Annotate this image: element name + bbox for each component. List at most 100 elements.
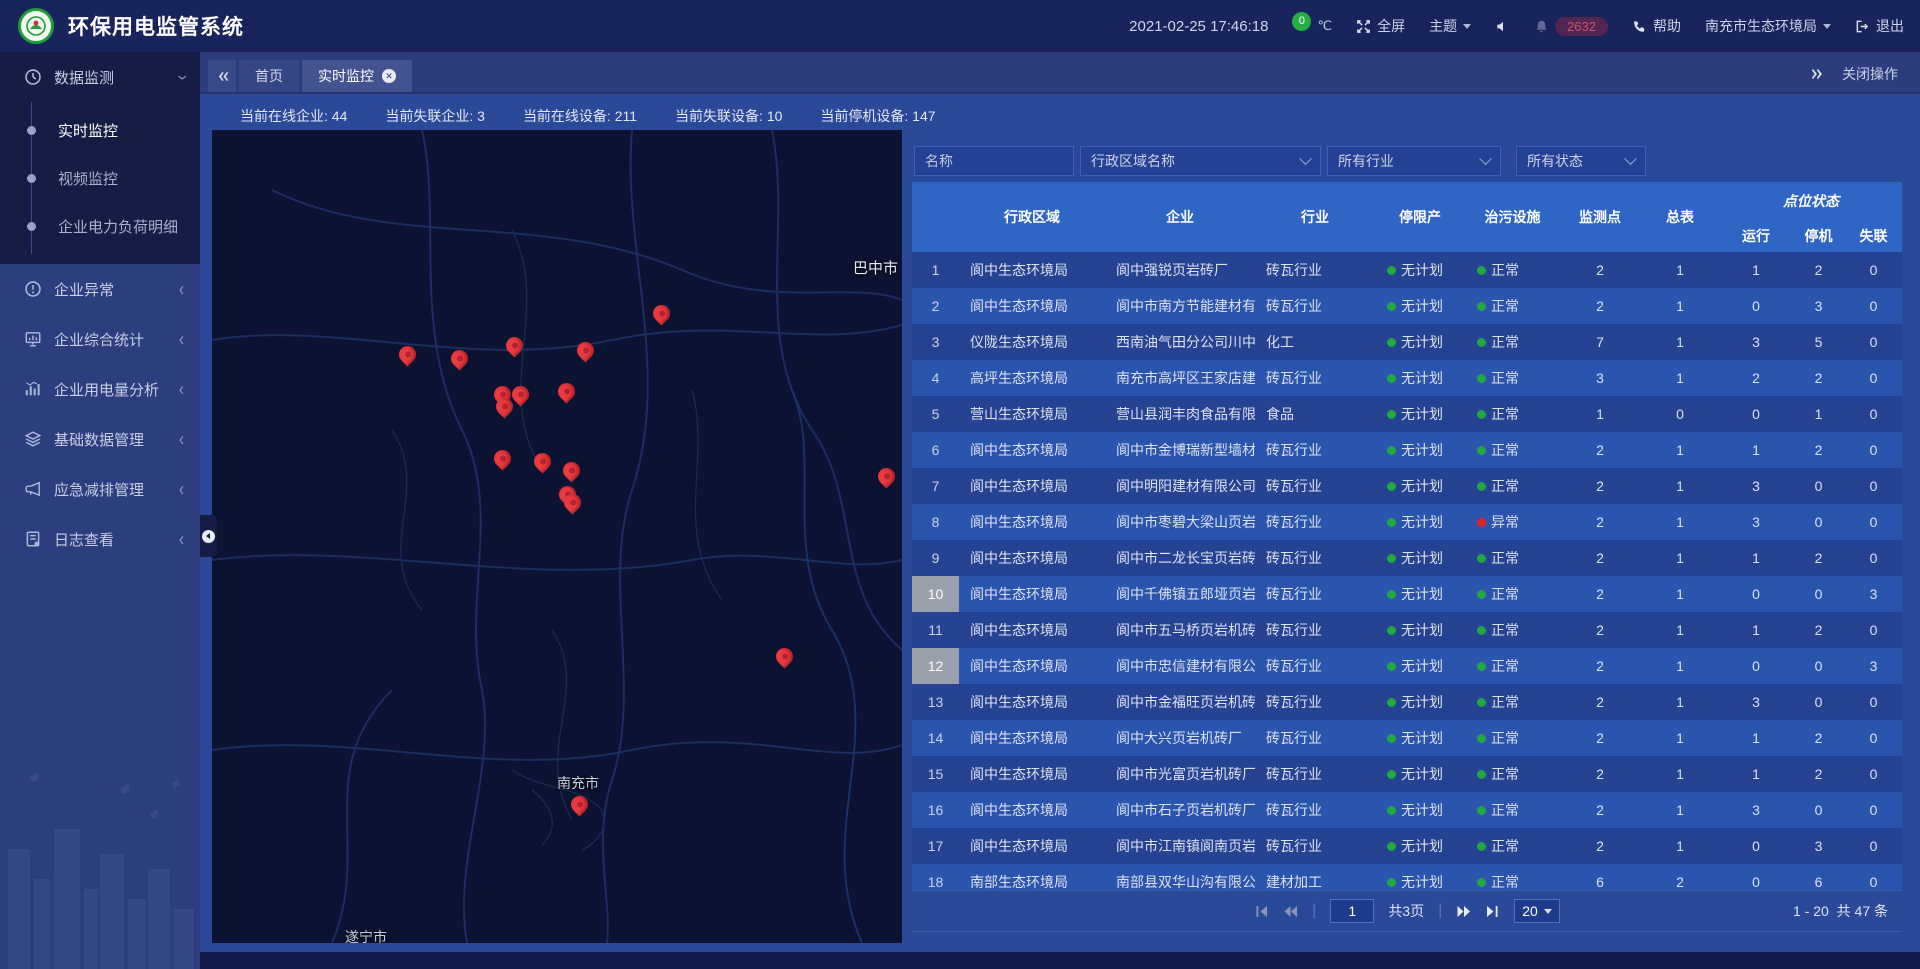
status-dot-icon: [1387, 590, 1396, 599]
table-row[interactable]: 18南部生态环境局南部县双华山沟有限公建材加工无计划正常62060: [912, 864, 1902, 890]
status-dot-icon: [1387, 410, 1396, 419]
cell-treatment-status: 正常: [1465, 684, 1560, 720]
table-row[interactable]: 10阆中生态环境局阆中千佛镇五郎垭页岩砖瓦行业无计划正常21003: [912, 576, 1902, 612]
org-dropdown[interactable]: 南充市生态环境局: [1705, 16, 1831, 36]
top-header: 环保用电监管系统 2021-02-25 17:46:18 0 ℃ 全屏 主题 2…: [0, 0, 1920, 52]
cell-points: 2: [1560, 288, 1640, 324]
exit-icon: [1855, 19, 1870, 34]
double-chevron-left-icon: [216, 70, 229, 83]
sidebar-group: 日志查看‹: [0, 514, 200, 564]
table-row[interactable]: 5营山生态环境局营山县润丰肉食品有限食品无计划正常10010: [912, 396, 1902, 432]
filter-row: 行政区域名称 所有行业 所有状态: [912, 146, 1646, 176]
table-row[interactable]: 1阆中生态环境局阆中强锐页岩砖厂砖瓦行业无计划正常21120: [912, 252, 1902, 288]
industry-filter-select[interactable]: 所有行业: [1327, 146, 1501, 176]
cell-treatment-status: 正常: [1465, 540, 1560, 576]
sidebar-subitem-企业电力负荷明细[interactable]: 企业电力负荷明细: [0, 202, 200, 250]
col-point-status-group: 点位状态: [1720, 182, 1902, 220]
col-limit: 停限产: [1375, 182, 1465, 252]
table-row[interactable]: 12阆中生态环境局阆中市忠信建材有限公砖瓦行业无计划正常21003: [912, 648, 1902, 684]
cell-stopped: 5: [1792, 324, 1845, 360]
cell-company: 阆中市金博瑞新型墙材: [1105, 432, 1255, 468]
fullscreen-button[interactable]: 全屏: [1356, 16, 1405, 36]
table-row[interactable]: 3仪陇生态环境局西南油气田分公司川中化工无计划正常71350: [912, 324, 1902, 360]
page-number-input[interactable]: [1330, 899, 1374, 923]
sidebar-item-label: 基础数据管理: [54, 429, 144, 450]
table-row[interactable]: 9阆中生态环境局阆中市二龙长宝页岩砖砖瓦行业无计划正常21120: [912, 540, 1902, 576]
sidebar-item-应急减排管理[interactable]: 应急减排管理‹: [0, 464, 200, 514]
table-row[interactable]: 13阆中生态环境局阆中市金福旺页岩机砖砖瓦行业无计划正常21300: [912, 684, 1902, 720]
tab-首页[interactable]: 首页: [239, 60, 299, 92]
help-button[interactable]: 帮助: [1632, 16, 1681, 36]
last-page-button[interactable]: [1485, 904, 1500, 919]
main-content: 当前在线企业: 44当前失联企业: 3当前在线设备: 211当前失联设备: 10…: [200, 94, 1920, 969]
table-row[interactable]: 8阆中生态环境局阆中市枣碧大梁山页岩砖瓦行业无计划异常21300: [912, 504, 1902, 540]
col-company: 企业: [1105, 182, 1255, 252]
cell-treatment-status: 正常: [1465, 432, 1560, 468]
tab-close-icon[interactable]: ✕: [382, 69, 396, 83]
status-dot-icon: [1477, 734, 1486, 743]
cell-industry: 砖瓦行业: [1255, 828, 1375, 864]
cell-running: 0: [1720, 828, 1792, 864]
sidebar-collapse-toggle[interactable]: [200, 515, 217, 557]
status-dot-icon: [1387, 770, 1396, 779]
sidebar-item-企业用电量分析[interactable]: 企业用电量分析‹: [0, 364, 200, 414]
table-row[interactable]: 15阆中生态环境局阆中市光富页岩机砖厂砖瓦行业无计划正常21120: [912, 756, 1902, 792]
cell-treatment-status: 异常: [1465, 504, 1560, 540]
sidebar-item-企业综合统计[interactable]: 企业综合统计‹: [0, 314, 200, 364]
table-row[interactable]: 6阆中生态环境局阆中市金博瑞新型墙材砖瓦行业无计划正常21120: [912, 432, 1902, 468]
sidebar-item-日志查看[interactable]: 日志查看‹: [0, 514, 200, 564]
name-filter[interactable]: [914, 146, 1074, 176]
table-row[interactable]: 4高坪生态环境局南充市高坪区王家店建砖瓦行业无计划正常31220: [912, 360, 1902, 396]
cell-company: 西南油气田分公司川中: [1105, 324, 1255, 360]
close-operations-button[interactable]: 关闭操作: [1842, 64, 1898, 84]
notifications[interactable]: 2632: [1534, 17, 1608, 36]
cell-points: 2: [1560, 756, 1640, 792]
status-dot-icon: [1387, 266, 1396, 275]
cell-treatment-status: 正常: [1465, 252, 1560, 288]
table-row[interactable]: 14阆中生态环境局阆中大兴页岩机砖厂砖瓦行业无计划正常21120: [912, 720, 1902, 756]
bar-chart-icon: [24, 380, 42, 398]
table-row[interactable]: 11阆中生态环境局阆中市五马桥页岩机砖砖瓦行业无计划正常21120: [912, 612, 1902, 648]
first-page-button[interactable]: [1254, 904, 1269, 919]
cell-running: 1: [1720, 612, 1792, 648]
sidebar-item-基础数据管理[interactable]: 基础数据管理‹: [0, 414, 200, 464]
logout-button[interactable]: 退出: [1855, 16, 1904, 36]
table-row[interactable]: 17阆中生态环境局阆中市江南镇阆南页岩砖瓦行业无计划正常21030: [912, 828, 1902, 864]
table-row[interactable]: 7阆中生态环境局阆中明阳建材有限公司砖瓦行业无计划正常21300: [912, 468, 1902, 504]
status-dot-icon: [1387, 734, 1396, 743]
cell-company: 阆中市金福旺页岩机砖: [1105, 684, 1255, 720]
status-dot-icon: [1477, 590, 1486, 599]
cell-treatment-status: 正常: [1465, 576, 1560, 612]
cell-company: 阆中强锐页岩砖厂: [1105, 252, 1255, 288]
theme-dropdown[interactable]: 主题: [1429, 16, 1471, 36]
double-chevron-right-icon[interactable]: [1810, 67, 1824, 81]
prev-page-button[interactable]: [1283, 904, 1298, 919]
mute-button[interactable]: [1495, 19, 1510, 34]
table-row[interactable]: 2阆中生态环境局阆中市南方节能建材有砖瓦行业无计划正常21030: [912, 288, 1902, 324]
sidebar-subitem-视频监控[interactable]: 视频监控: [0, 154, 200, 202]
sidebar-item-企业异常[interactable]: 企业异常‹: [0, 264, 200, 314]
region-filter-select[interactable]: 行政区域名称: [1080, 146, 1321, 176]
map-panel[interactable]: 巴中市南充市遂宁市: [212, 130, 902, 943]
status-filter-select[interactable]: 所有状态: [1516, 146, 1646, 176]
status-dot-icon: [1387, 662, 1396, 671]
map-roads: [212, 130, 902, 943]
sidebar-group: 数据监测‹实时监控视频监控企业电力负荷明细: [0, 52, 200, 264]
chevron-left-icon: ‹: [179, 528, 184, 550]
sidebar-subitem-实时监控[interactable]: 实时监控: [0, 106, 200, 154]
cell-meters: 1: [1640, 828, 1720, 864]
tab-实时监控[interactable]: 实时监控✕: [302, 60, 412, 92]
name-filter-input[interactable]: [925, 153, 1063, 169]
table-row[interactable]: 16阆中生态环境局阆中市石子页岩机砖厂砖瓦行业无计划正常21300: [912, 792, 1902, 828]
cell-limit-status: 无计划: [1375, 324, 1465, 360]
tabs-scroll-left-button[interactable]: [208, 60, 236, 92]
cell-points: 2: [1560, 720, 1640, 756]
page-size-select[interactable]: 20: [1514, 899, 1560, 923]
first-page-icon: [1254, 904, 1269, 919]
cell-limit-status: 无计划: [1375, 684, 1465, 720]
sidebar-item-label: 企业异常: [54, 279, 114, 300]
sidebar-item-数据监测[interactable]: 数据监测‹: [0, 52, 200, 102]
cell-industry: 砖瓦行业: [1255, 684, 1375, 720]
sidebar-group: 企业用电量分析‹: [0, 364, 200, 414]
next-page-button[interactable]: [1456, 904, 1471, 919]
